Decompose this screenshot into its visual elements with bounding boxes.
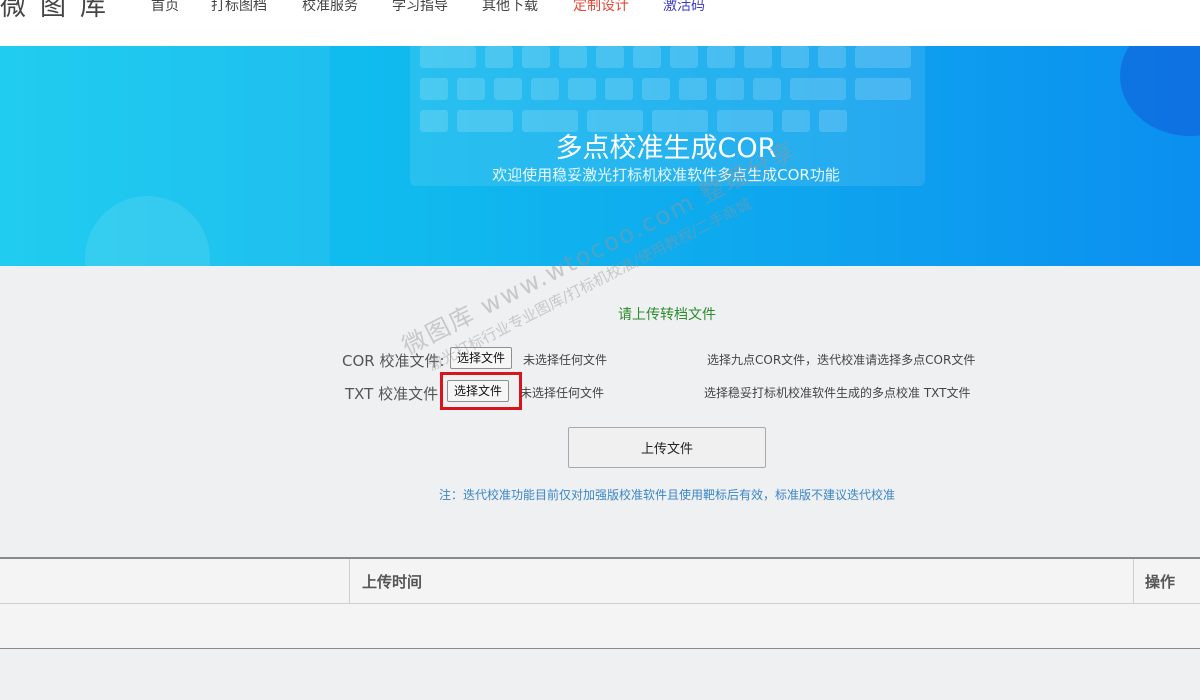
table-header-actions: 操作 [1145,573,1176,591]
site-logo[interactable]: 微图库 [0,0,120,22]
table-row [0,604,1200,649]
page-subtitle: 欢迎使用稳妥激光打标机校准软件多点生成COR功能 [492,166,840,184]
txt-file-hint: 选择稳妥打标机校准软件生成的多点校准 TXT文件 [704,386,971,400]
nav-learning-guide[interactable]: 学习指导 [392,0,448,15]
cor-file-status: 未选择任何文件 [523,353,608,367]
nav-calibration-service[interactable]: 校准服务 [302,0,358,15]
top-navigation: 微图库 首页 打标图档 校准服务 学习指导 其他下载 定制设计 激活码 [0,0,1200,46]
nav-custom-design[interactable]: 定制设计 [573,0,629,15]
nav-other-downloads[interactable]: 其他下载 [482,0,538,15]
cor-file-hint: 选择九点COR文件，迭代校准请选择多点COR文件 [707,353,976,367]
table-column-divider [349,559,350,603]
upload-file-button[interactable]: 上传文件 [568,427,766,468]
iteration-note: 注：迭代校准功能目前仅对加强版校准软件且使用靶标后有效，标准版不建议迭代校准 [438,488,895,502]
upload-heading: 请上传转档文件 [618,307,716,323]
hero-banner: 多点校准生成COR 欢迎使用稳妥激光打标机校准软件多点生成COR功能 [0,46,1200,266]
txt-file-status: 未选择任何文件 [520,386,605,400]
table-header: 上传时间 操作 [0,559,1200,604]
nav-activation-code[interactable]: 激活码 [663,0,705,15]
txt-file-label: TXT 校准文件 [345,385,439,403]
table-column-divider [1133,559,1134,603]
cor-file-label: COR 校准文件: [342,352,445,370]
table-header-upload-time: 上传时间 [362,573,423,591]
nav-home[interactable]: 首页 [151,0,179,15]
highlight-box [440,372,522,410]
page-title: 多点校准生成COR [555,133,777,164]
nav-marking-files[interactable]: 打标图档 [211,0,267,15]
hero-background-blob [1120,46,1200,136]
cor-file-choose-button[interactable]: 选择文件 [450,347,513,369]
